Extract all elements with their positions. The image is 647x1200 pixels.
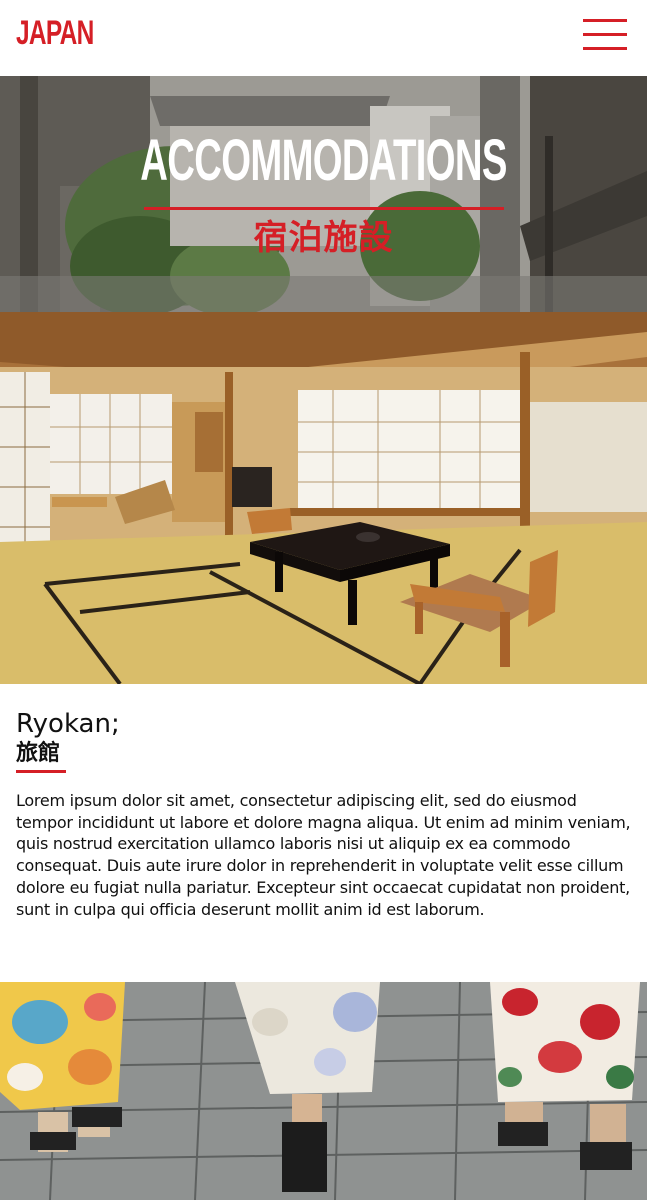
hero-banner: ACCOMMODATIONS 宿泊施設 xyxy=(0,76,647,312)
site-logo[interactable]: JAPAN xyxy=(16,13,94,53)
section-body-text: Lorem ipsum dolor sit amet, consectetur … xyxy=(16,791,631,919)
ryokan-room-image xyxy=(0,312,647,684)
kimono-street-image xyxy=(0,982,647,1200)
page-title-japanese: 宿泊施設 xyxy=(253,218,394,258)
hero-street-image xyxy=(0,76,647,312)
page-title: ACCOMMODATIONS xyxy=(140,128,507,193)
section-title: Ryokan; xyxy=(16,709,120,739)
section-title-japanese: 旅館 xyxy=(16,741,61,766)
ryokan-room-illustration xyxy=(0,312,647,684)
menu-bar-top xyxy=(583,19,627,22)
kimono-walkers-illustration xyxy=(0,982,647,1200)
ryokan-section: Ryokan; 旅館 Lorem ipsum dolor sit amet, c… xyxy=(0,686,647,982)
hamburger-menu-icon[interactable] xyxy=(583,18,627,52)
section-title-underline xyxy=(16,770,66,773)
site-header: JAPAN xyxy=(0,0,647,76)
menu-bar-bottom xyxy=(583,47,627,50)
menu-bar-middle xyxy=(583,33,627,36)
title-divider xyxy=(144,207,504,210)
